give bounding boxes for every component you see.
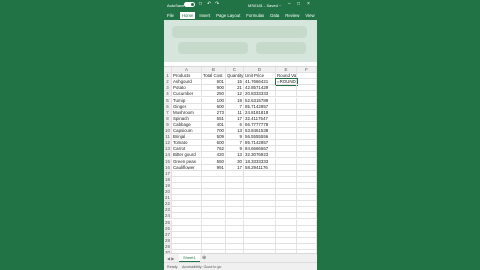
ribbon-tab-formulas[interactable]: Formulas: [246, 13, 264, 18]
file-name: MS0181 - Saved ~: [248, 3, 282, 8]
status-ready: Ready: [167, 265, 178, 269]
ribbon-group: [178, 42, 248, 54]
close-icon[interactable]: ×: [307, 2, 310, 7]
ribbon-tabs: File Home Insert Page Layout Formulas Data Rev…: [164, 10, 317, 20]
maximize-icon[interactable]: □: [297, 2, 300, 7]
minimize-icon[interactable]: –: [288, 2, 291, 7]
ribbon-tab-page-layout[interactable]: Page Layout: [216, 13, 240, 18]
ribbon-group: [172, 26, 307, 38]
ribbon-tab-insert[interactable]: Insert: [199, 13, 210, 18]
add-sheet-icon[interactable]: ⊕: [202, 255, 206, 261]
accessibility-status: Accessibility: Good to go: [182, 265, 222, 269]
sheet-nav-icon[interactable]: ◀ ▶: [167, 256, 174, 261]
autosave-label: AutoSave: [167, 3, 185, 8]
ribbon-tab-review[interactable]: Review: [285, 13, 299, 18]
ribbon-tab-view[interactable]: View: [305, 13, 314, 18]
title-bar: AutoSave □ ↶ ↷ MS0181 - Saved ~ – □ ×: [164, 0, 317, 10]
spreadsheet-grid: A B C D E F 1 Products Total Cost Quantity Unit Pr…: [164, 67, 317, 257]
ribbon-group: [256, 42, 306, 54]
ribbon-toolbar: [164, 20, 317, 62]
sheet-tab[interactable]: Sheet1: [179, 254, 200, 262]
save-icon[interactable]: □: [199, 2, 202, 7]
autosave-toggle[interactable]: [184, 2, 195, 7]
ribbon-tab-data[interactable]: Data: [270, 13, 279, 18]
undo-icon[interactable]: ↶: [207, 2, 211, 7]
excel-window: AutoSave □ ↶ ↷ MS0181 - Saved ~ – □ × Fi…: [164, 0, 317, 270]
status-bar: Ready Accessibility: Good to go: [164, 262, 317, 270]
ribbon-tab-file[interactable]: File: [167, 13, 174, 18]
sheet-tabs-bar: ◀ ▶ Sheet1 ⊕: [164, 253, 317, 262]
redo-icon[interactable]: ↷: [215, 2, 219, 7]
ribbon-tab-home[interactable]: Home: [179, 11, 196, 19]
